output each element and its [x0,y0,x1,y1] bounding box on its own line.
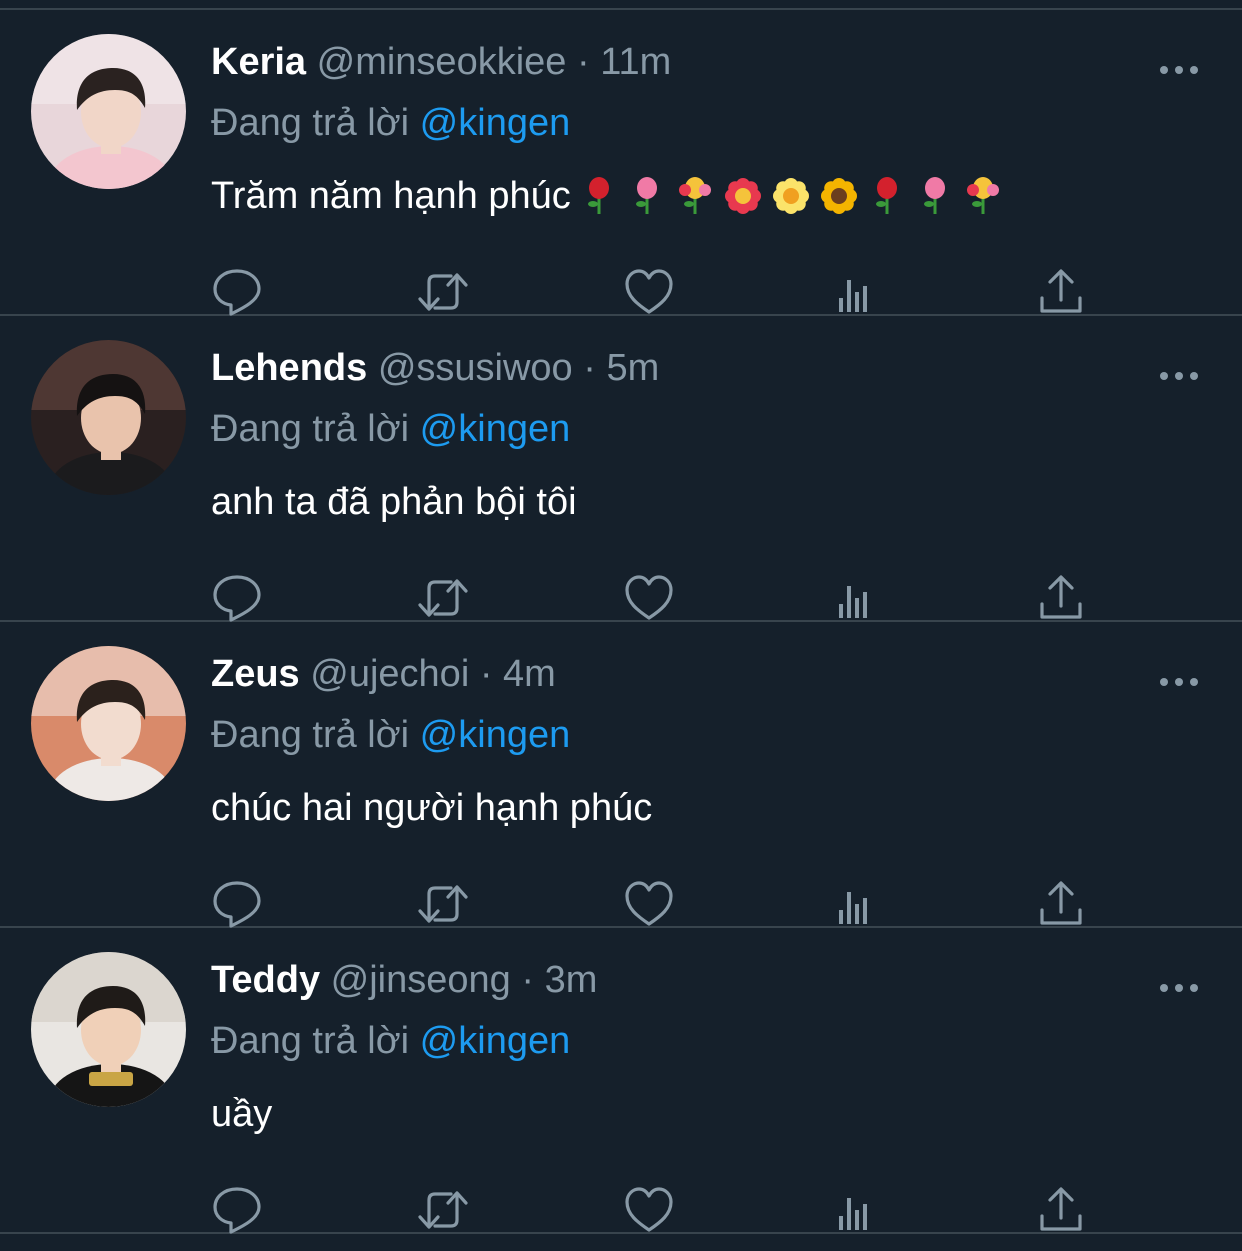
rose-emoji-icon [867,176,907,216]
tulip-emoji-icon [915,176,955,216]
tweet-reply[interactable]: Teddy @jinseong · 3m Đang trả lời @kingen… [0,928,1242,1234]
like-icon[interactable] [623,266,675,318]
user-handle[interactable]: @minseokkiee [317,41,567,83]
timestamp[interactable]: 11m [600,41,671,83]
display-name[interactable]: Zeus [211,653,300,695]
more-options-icon[interactable] [1158,60,1200,80]
more-options-icon[interactable] [1158,672,1200,692]
retweet-icon[interactable] [417,878,469,930]
views-icon[interactable] [829,1184,881,1236]
tweet-text-content: Trăm năm hạnh phúc [211,175,571,217]
timestamp[interactable]: 3m [545,959,598,1001]
timestamp[interactable]: 5m [606,347,659,389]
tweet-text: Trăm năm hạnh phúc [211,172,1003,220]
mention-link[interactable]: @kingen [420,714,571,756]
tweet-text-content: anh ta đã phản bội tôi [211,481,577,523]
like-icon[interactable] [623,1184,675,1236]
replying-to-line: Đang trả lời @kingen [211,1019,570,1063]
user-handle[interactable]: @ssusiwoo [378,347,573,389]
tweet-text-content: uầy [211,1093,273,1135]
separator-dot: · [583,347,596,389]
views-icon[interactable] [829,572,881,624]
like-icon[interactable] [623,878,675,930]
top-divider [0,0,1242,10]
avatar[interactable] [31,646,186,801]
replying-to-line: Đang trả lời @kingen [211,407,570,451]
mention-link[interactable]: @kingen [420,102,571,144]
tweet-text: anh ta đã phản bội tôi [211,478,577,526]
views-icon[interactable] [829,266,881,318]
tweet-text-content: chúc hai người hạnh phúc [211,787,653,829]
mention-link[interactable]: @kingen [420,1020,571,1062]
more-options-icon[interactable] [1158,978,1200,998]
tweet-reply[interactable]: Keria @minseokkiee · 11m Đang trả lời @ki… [0,10,1242,316]
avatar[interactable] [31,34,186,189]
reply-icon[interactable] [211,1184,263,1236]
display-name[interactable]: Lehends [211,347,367,389]
tweet-text: uầy [211,1090,272,1138]
display-name[interactable]: Teddy [211,959,320,1001]
reply-icon[interactable] [211,572,263,624]
display-name[interactable]: Keria [211,41,306,83]
replying-to-label: Đang trả lời [211,714,410,756]
bouquet-emoji-icon [963,176,1003,216]
replying-to-line: Đang trả lời @kingen [211,101,570,145]
share-icon[interactable] [1035,878,1087,930]
share-icon[interactable] [1035,266,1087,318]
retweet-icon[interactable] [417,1184,469,1236]
replying-to-line: Đang trả lời @kingen [211,713,570,757]
separator-dot: · [576,41,590,83]
tweet-reply[interactable]: Zeus @ujechoi · 4m Đang trả lời @kingen ch… [0,622,1242,928]
replying-to-label: Đang trả lời [211,102,410,144]
like-icon[interactable] [623,572,675,624]
retweet-icon[interactable] [417,572,469,624]
reply-icon[interactable] [211,266,263,318]
views-icon[interactable] [829,878,881,930]
timestamp[interactable]: 4m [503,653,556,695]
avatar[interactable] [31,952,186,1107]
share-icon[interactable] [1035,572,1087,624]
bouquet-emoji-icon [675,176,715,216]
avatar[interactable] [31,340,186,495]
tweet-header: Keria @minseokkiee · 11m [211,40,671,84]
reply-icon[interactable] [211,878,263,930]
tulip-emoji-icon [627,176,667,216]
sunflower-emoji-icon [819,176,859,216]
more-options-icon[interactable] [1158,366,1200,386]
replying-to-label: Đang trả lời [211,1020,410,1062]
tweet-header: Teddy @jinseong · 3m [211,958,597,1002]
blossom-emoji-icon [771,176,811,216]
tweet-header: Lehends @ssusiwoo · 5m [211,346,659,390]
tweet-text: chúc hai người hạnh phúc [211,784,652,832]
share-icon[interactable] [1035,1184,1087,1236]
mention-link[interactable]: @kingen [420,408,571,450]
user-handle[interactable]: @jinseong [331,959,511,1001]
separator-dot: · [521,959,535,1001]
user-handle[interactable]: @ujechoi [310,653,469,695]
tweet-reply[interactable]: Lehends @ssusiwoo · 5m Đang trả lời @king… [0,316,1242,622]
tweet-header: Zeus @ujechoi · 4m [211,652,556,696]
separator-dot: · [479,653,493,695]
retweet-icon[interactable] [417,266,469,318]
rose-emoji-icon [579,176,619,216]
replying-to-label: Đang trả lời [211,408,410,450]
hibiscus-emoji-icon [723,176,763,216]
